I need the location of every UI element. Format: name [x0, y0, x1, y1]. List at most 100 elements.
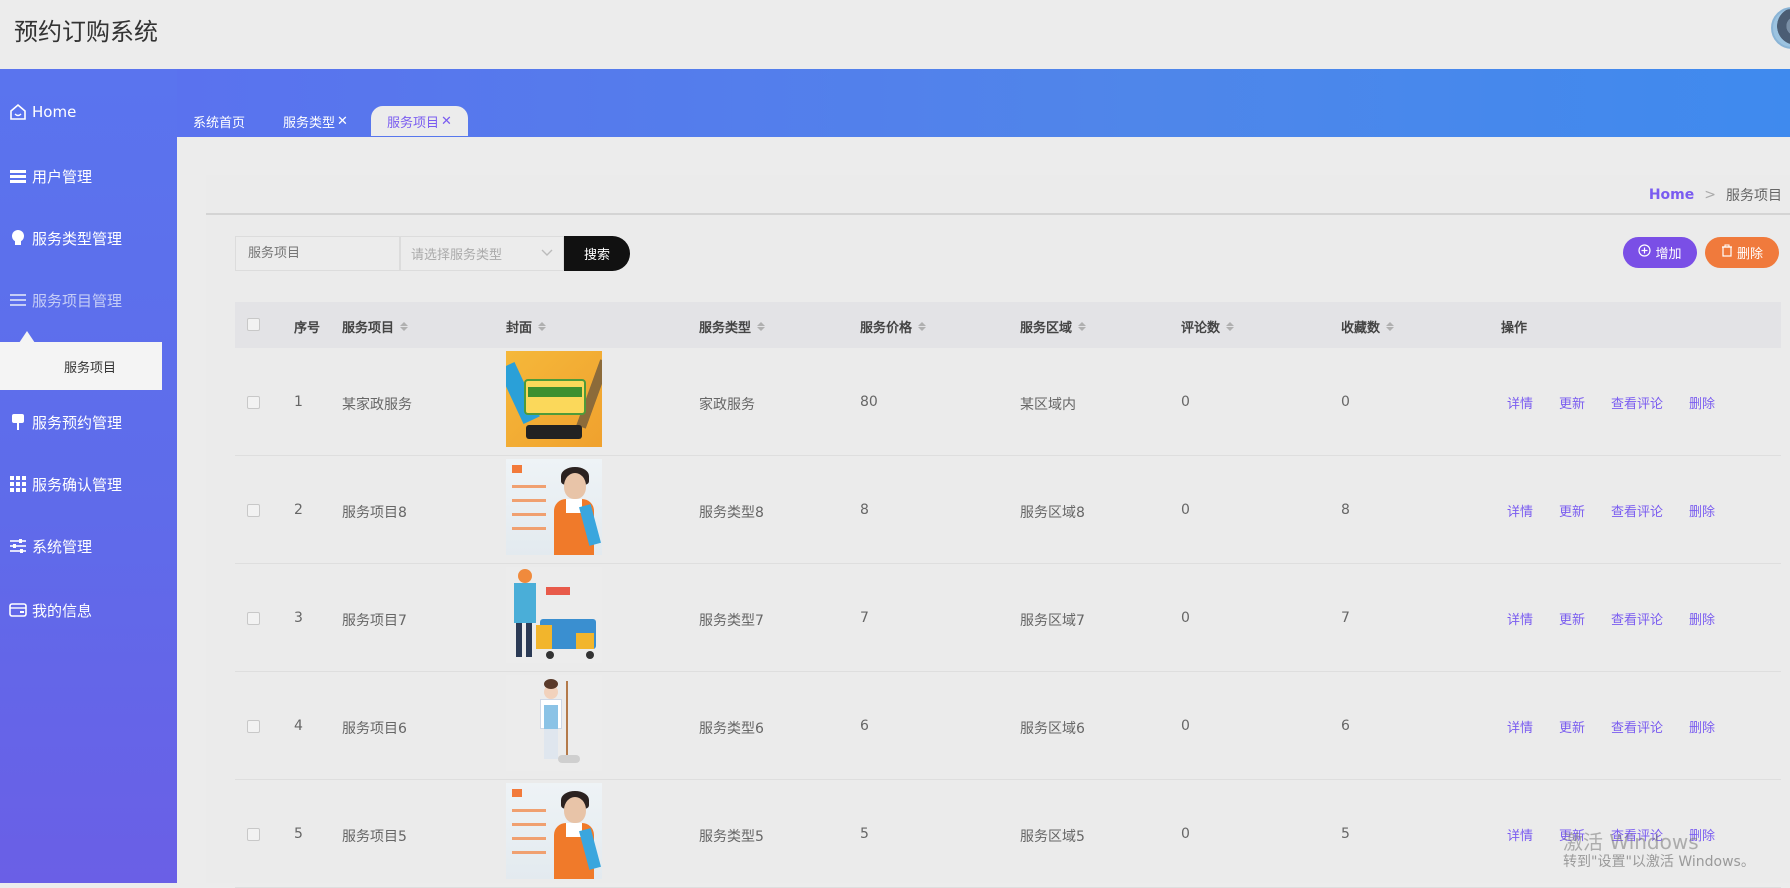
sidebar-item-users[interactable]: 用户管理 — [0, 156, 177, 196]
cell-price: 6 — [860, 718, 869, 734]
sidebar-item-confirmations[interactable]: 服务确认管理 — [0, 464, 177, 504]
table-row: 4 服务项目6 服务类型6 6 服务区域6 0 6 详情 更新 查看评论 删除 — [235, 672, 1781, 780]
row-actions: 详情 更新 查看评论 删除 — [1507, 393, 1741, 412]
sidebar-item-service-types[interactable]: 服务类型管理 — [0, 218, 177, 258]
cover-image — [506, 675, 602, 771]
tab-label: 服务项目 — [387, 115, 440, 131]
header-favorites[interactable]: 收藏数 — [1341, 317, 1395, 336]
delete-link[interactable]: 删除 — [1689, 717, 1715, 736]
view-comments-link[interactable]: 查看评论 — [1611, 393, 1663, 412]
pin-icon — [8, 412, 28, 432]
delete-link[interactable]: 删除 — [1689, 609, 1715, 628]
cell-comments: 0 — [1181, 502, 1190, 518]
tab-label: 服务类型 — [283, 115, 336, 131]
view-comments-link[interactable]: 查看评论 — [1611, 609, 1663, 628]
avatar[interactable] — [1771, 7, 1790, 49]
cell-comments: 0 — [1181, 718, 1190, 734]
cell-type: 服务类型8 — [699, 505, 764, 521]
row-checkbox[interactable] — [247, 720, 260, 733]
sidebar-item-home[interactable]: Home — [0, 92, 177, 132]
row-checkbox[interactable] — [247, 828, 260, 841]
search-button[interactable]: 搜索 — [564, 236, 630, 271]
breadcrumb-current: 服务项目 — [1726, 188, 1782, 204]
detail-link[interactable]: 详情 — [1507, 501, 1533, 520]
search-input[interactable] — [235, 236, 400, 271]
sort-icon[interactable] — [1226, 322, 1235, 331]
sidebar-item-label: 我的信息 — [32, 601, 93, 620]
cell-area: 服务区域7 — [1020, 613, 1085, 629]
cover-image — [506, 459, 602, 555]
header-name[interactable]: 服务项目 — [342, 317, 409, 336]
sort-icon[interactable] — [918, 322, 927, 331]
row-checkbox[interactable] — [247, 504, 260, 517]
cell-no: 3 — [294, 610, 303, 626]
row-checkbox[interactable] — [247, 612, 260, 625]
tab-home[interactable]: 系统首页 — [193, 106, 245, 136]
update-link[interactable]: 更新 — [1559, 501, 1585, 520]
table-row: 5 服务项目5 服务类型5 5 服务区域5 0 5 详情 更新 查看评论 删除 — [235, 780, 1781, 888]
sidebar-item-service-items[interactable]: 服务项目管理 — [0, 280, 177, 320]
sidebar-subitem-label: 服务项目 — [64, 360, 117, 376]
cover-image — [506, 783, 602, 879]
select-all-checkbox[interactable] — [247, 318, 260, 331]
close-icon[interactable]: ✕ — [441, 114, 452, 129]
cell-type: 服务类型6 — [699, 721, 764, 737]
cell-no: 4 — [294, 718, 303, 734]
sidebar-subitem-service-items[interactable]: 服务项目 — [0, 342, 162, 390]
sidebar-item-my-info[interactable]: 我的信息 — [0, 590, 177, 630]
chevron-down-icon — [541, 246, 553, 261]
top-bar: 预约订购系统 — [0, 0, 1790, 69]
sidebar-item-bookings[interactable]: 服务预约管理 — [0, 402, 177, 442]
row-actions: 详情 更新 查看评论 删除 — [1507, 717, 1741, 736]
header-area[interactable]: 服务区域 — [1020, 317, 1087, 336]
detail-link[interactable]: 详情 — [1507, 825, 1533, 844]
header-comments[interactable]: 评论数 — [1181, 317, 1235, 336]
detail-link[interactable]: 详情 — [1507, 717, 1533, 736]
header-cover[interactable]: 封面 — [506, 317, 547, 336]
detail-link[interactable]: 详情 — [1507, 393, 1533, 412]
header-type[interactable]: 服务类型 — [699, 317, 766, 336]
delete-link[interactable]: 删除 — [1689, 393, 1715, 412]
cell-price: 5 — [860, 826, 869, 842]
service-type-select[interactable]: 请选择服务类型 — [400, 236, 564, 271]
header-price[interactable]: 服务价格 — [860, 317, 927, 336]
cell-no: 2 — [294, 502, 303, 518]
sidebar-item-label: 系统管理 — [32, 537, 93, 556]
activation-watermark-text: 转到"设置"以激活 Windows。 — [1563, 854, 1755, 870]
add-button[interactable]: 增加 — [1623, 237, 1697, 268]
tab-service-types[interactable]: 服务类型 ✕ — [283, 106, 348, 136]
delete-button[interactable]: 删除 — [1705, 237, 1779, 268]
sort-icon[interactable] — [400, 322, 409, 331]
tab-service-items[interactable]: 服务项目 ✕ — [371, 106, 468, 136]
cell-area: 服务区域5 — [1020, 829, 1085, 845]
delete-link[interactable]: 删除 — [1689, 501, 1715, 520]
detail-link[interactable]: 详情 — [1507, 609, 1533, 628]
close-icon[interactable]: ✕ — [337, 114, 348, 129]
update-link[interactable]: 更新 — [1559, 717, 1585, 736]
row-checkbox[interactable] — [247, 396, 260, 409]
sidebar-item-label: 服务预约管理 — [32, 413, 123, 432]
cell-name: 服务项目5 — [342, 829, 407, 845]
update-link[interactable]: 更新 — [1559, 609, 1585, 628]
delete-button-label: 删除 — [1736, 247, 1763, 262]
cover-image — [506, 351, 602, 447]
trash-icon — [1721, 244, 1733, 261]
sidebar-item-system[interactable]: 系统管理 — [0, 526, 177, 566]
sort-icon[interactable] — [538, 322, 547, 331]
sort-icon[interactable] — [757, 322, 766, 331]
grid-icon — [8, 474, 28, 494]
table-row: 1 某家政服务 家政服务 80 某区域内 0 0 详情 更新 查看评论 删除 — [235, 348, 1781, 456]
view-comments-link[interactable]: 查看评论 — [1611, 717, 1663, 736]
table-row: 3 服务项目7 服务类型7 7 服务区域7 0 7 详情 更新 查看评论 删除 — [235, 564, 1781, 672]
table-header: 序号 服务项目 封面 服务类型 服务价格 服务区域 评论数 收藏数 操作 — [235, 302, 1781, 348]
cell-favorites: 0 — [1341, 394, 1350, 410]
cell-name: 服务项目7 — [342, 613, 407, 629]
sort-icon[interactable] — [1386, 322, 1395, 331]
table-row: 2 服务项目8 服务类型8 8 服务区域8 0 8 详情 更新 查看评论 删除 — [235, 456, 1781, 564]
cell-favorites: 7 — [1341, 610, 1350, 626]
update-link[interactable]: 更新 — [1559, 393, 1585, 412]
breadcrumb-home[interactable]: Home — [1649, 187, 1694, 203]
home-icon — [8, 102, 28, 122]
sort-icon[interactable] — [1078, 322, 1087, 331]
view-comments-link[interactable]: 查看评论 — [1611, 501, 1663, 520]
